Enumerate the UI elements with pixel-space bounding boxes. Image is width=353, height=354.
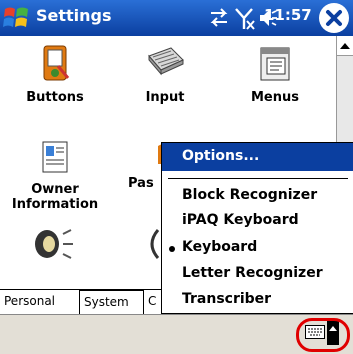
menu-item-transcriber[interactable]: Transcriber — [182, 291, 271, 307]
owner-info-icon — [42, 141, 68, 173]
buttons-label: Buttons — [26, 90, 84, 105]
close-button[interactable] — [319, 3, 349, 33]
up-arrow-icon — [340, 42, 350, 49]
buttons-setting[interactable]: Buttons — [0, 44, 110, 105]
tab-system[interactable]: System — [80, 290, 144, 314]
owner-info-setting[interactable]: Owner Information — [0, 140, 110, 212]
input-setting[interactable]: Input — [110, 44, 220, 105]
buttons-icon — [43, 45, 70, 81]
connectivity-icon[interactable] — [208, 5, 230, 31]
no-signal-icon[interactable] — [234, 5, 256, 31]
menu-item-keyboard[interactable]: Keyboard — [182, 239, 257, 255]
menu-separator — [168, 178, 348, 179]
menus-label: Menus — [250, 90, 299, 105]
menus-icon — [260, 47, 290, 81]
selected-bullet — [169, 246, 175, 252]
menus-setting[interactable]: Menus — [220, 44, 330, 105]
menu-item-block-recognizer[interactable]: Block Recognizer — [182, 187, 317, 203]
today-setting[interactable] — [142, 226, 162, 262]
window-title: Settings — [36, 6, 112, 25]
menu-item-ipaq-keyboard[interactable]: iPAQ Keyboard — [182, 212, 299, 228]
sounds-icon — [35, 229, 73, 259]
today-icon — [150, 229, 160, 259]
tab-personal[interactable]: Personal — [0, 290, 80, 314]
close-icon — [326, 10, 342, 26]
input-label: Input — [145, 90, 185, 105]
start-button[interactable] — [2, 3, 32, 33]
clock[interactable]: 11:57 — [264, 6, 312, 24]
sounds-setting[interactable] — [28, 226, 78, 262]
menu-item-letter-recognizer[interactable]: Letter Recognizer — [182, 265, 323, 281]
input-method-menu: Options... Block Recognizer iPAQ Keyboar… — [161, 142, 353, 314]
keyboard-icon — [148, 47, 184, 76]
scroll-up-button[interactable] — [337, 36, 353, 56]
title-bar: Settings 11:57 — [0, 0, 353, 36]
owner-info-label: Owner Information — [11, 182, 99, 212]
menu-options-item[interactable]: Options... — [162, 143, 353, 171]
highlight-ring — [296, 318, 350, 352]
windows-start-icon — [3, 7, 28, 27]
